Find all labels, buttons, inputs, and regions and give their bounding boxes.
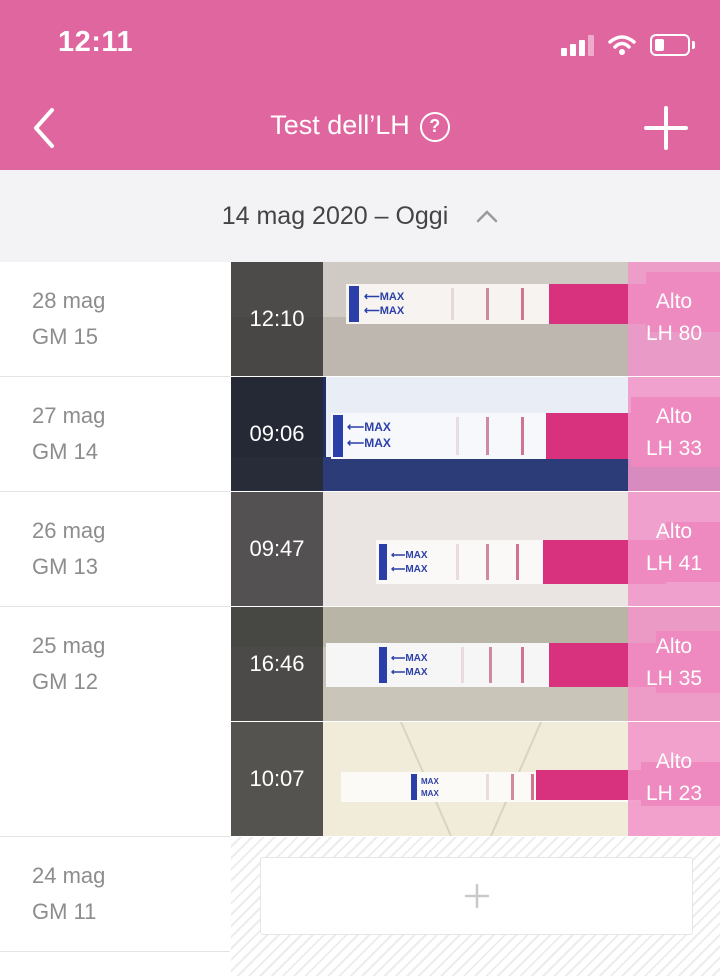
day-date: 25 mag — [32, 633, 106, 658]
test-entry[interactable]: ⟵MAX ⟵MAX 09:47 Alto LH 41 — [231, 492, 720, 607]
svg-text:⟵MAX: ⟵MAX — [391, 550, 428, 561]
chevron-up-icon — [477, 210, 498, 223]
wifi-icon — [608, 35, 636, 55]
svg-text:⟵MAX: ⟵MAX — [347, 420, 391, 434]
cycle-day: GM 11 — [32, 899, 97, 924]
lh-value: LH 80 — [645, 322, 703, 345]
svg-text:⟵MAX: ⟵MAX — [391, 653, 428, 664]
entry-result: Alto LH 80 — [628, 262, 720, 376]
test-entry[interactable]: ⟵MAX ⟵MAX 09:06 Alto LH 33 — [231, 377, 720, 492]
day-date: 26 mag — [32, 518, 106, 543]
entry-time: 10:07 — [231, 722, 323, 836]
svg-text:⟵MAX: ⟵MAX — [391, 667, 428, 678]
entry-result: Alto LH 23 — [628, 722, 720, 836]
result-label: Alto — [655, 405, 693, 428]
svg-text:⟵MAX: ⟵MAX — [347, 436, 391, 450]
day-date: 27 mag — [32, 403, 106, 428]
entry-time: 09:06 — [231, 377, 323, 491]
entry-time: 09:47 — [231, 492, 323, 606]
cycle-day: GM 13 — [32, 554, 99, 579]
day-cell: 28 mag GM 15 — [0, 262, 230, 377]
test-entry[interactable]: ⟵MAX ⟵MAX 12:10 Alto LH 80 — [231, 262, 720, 377]
add-test-button[interactable] — [642, 104, 690, 152]
day-cell: 27 mag GM 14 — [0, 377, 230, 492]
day-cell: 24 mag GM 11 — [0, 837, 230, 952]
status-time: 12:11 — [58, 26, 134, 58]
result-label: Alto — [655, 750, 693, 773]
question-circle-icon[interactable]: ? — [419, 111, 450, 142]
lh-value: LH 41 — [645, 552, 703, 575]
test-entry[interactable]: ⟵MAX ⟵MAX 16:46 Alto LH 35 — [231, 607, 720, 722]
empty-day-area — [231, 837, 720, 976]
plus-icon — [464, 883, 489, 909]
svg-text:⟵MAX: ⟵MAX — [391, 564, 428, 575]
svg-text:⟵MAX: ⟵MAX — [364, 291, 405, 303]
day-date: 24 mag — [32, 863, 106, 888]
entry-result: Alto LH 41 — [628, 492, 720, 606]
day-cell: 25 mag GM 12 — [0, 607, 230, 837]
cycle-day: GM 15 — [32, 324, 99, 349]
entry-time: 16:46 — [231, 607, 323, 721]
svg-text:MAX: MAX — [421, 789, 439, 798]
page-title: Test dell’LH? — [0, 110, 720, 142]
result-label: Alto — [655, 635, 693, 658]
plus-icon — [644, 106, 688, 150]
day-cell: 26 mag GM 13 — [0, 492, 230, 607]
result-label: Alto — [655, 520, 693, 543]
svg-text:MAX: MAX — [421, 777, 439, 786]
lh-value: LH 35 — [645, 667, 703, 690]
lh-value: LH 23 — [645, 782, 703, 805]
entry-time: 12:10 — [231, 262, 323, 376]
test-entry[interactable]: MAX MAX 10:07 Alto LH 23 — [231, 722, 720, 837]
status-icons — [561, 30, 695, 60]
cycle-day: GM 14 — [32, 439, 99, 464]
date-range-label: 14 mag 2020 – Oggi — [221, 201, 449, 230]
page-title-text: Test dell’LH — [270, 110, 410, 140]
day-date: 28 mag — [32, 288, 106, 313]
date-range-toggle[interactable]: 14 mag 2020 – Oggi — [0, 170, 720, 262]
result-label: Alto — [655, 290, 693, 313]
svg-text:⟵MAX: ⟵MAX — [364, 305, 405, 317]
cycle-day: GM 12 — [32, 669, 99, 694]
lh-value: LH 33 — [645, 437, 703, 460]
app-header: 12:11 Test dell’LH? — [0, 0, 720, 170]
entry-result: Alto LH 33 — [628, 377, 720, 491]
battery-icon — [650, 34, 695, 56]
add-entry-button[interactable] — [260, 857, 693, 935]
entry-result: Alto LH 35 — [628, 607, 720, 721]
cellular-signal-icon — [561, 34, 594, 56]
